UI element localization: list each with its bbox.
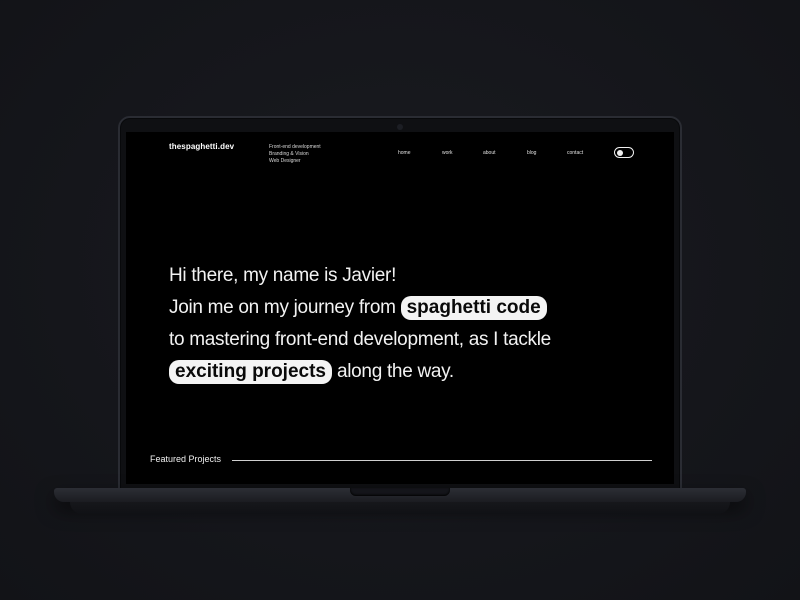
hero-text: Join me on my journey from (169, 297, 401, 318)
hero-greeting: Hi there, my name is Javier! (169, 265, 397, 286)
toggle-switch-icon (617, 149, 623, 156)
tagline-line: Branding & Vision (269, 151, 309, 157)
section-divider (232, 460, 652, 461)
theme-toggle[interactable] (614, 147, 634, 158)
device-mockup-stage: thespaghetti.dev Front-end development B… (0, 0, 800, 600)
featured-projects-heading: Featured Projects (150, 454, 222, 464)
hero-line: exciting projects along the way. (169, 356, 669, 388)
nav-link-home[interactable]: home (398, 150, 411, 156)
hero-line: Hi there, my name is Javier! (169, 260, 669, 292)
highlight-exciting-projects: exciting projects (169, 360, 332, 384)
tagline-line: Web Designer (269, 158, 301, 164)
laptop-opening-notch (350, 488, 450, 496)
top-navigation: thespaghetti.dev Front-end development B… (126, 132, 674, 172)
hero-intro: Hi there, my name is Javier! Join me on … (169, 260, 669, 388)
hero-line: to mastering front-end development, as I… (169, 324, 669, 356)
hero-line: Join me on my journey from spaghetti cod… (169, 292, 669, 324)
nav-link-contact[interactable]: contact (567, 150, 583, 156)
laptop-base-underside (70, 502, 730, 514)
laptop-screen: thespaghetti.dev Front-end development B… (126, 132, 674, 484)
tagline: Front-end development Branding & Vision … (269, 144, 321, 165)
nav-link-work[interactable]: work (442, 150, 453, 156)
hero-text: along the way. (332, 361, 454, 382)
tagline-line: Front-end development (269, 144, 321, 150)
nav-link-blog[interactable]: blog (527, 150, 536, 156)
camera-icon (397, 124, 403, 130)
brand-logo[interactable]: thespaghetti.dev (169, 142, 234, 151)
nav-link-about[interactable]: about (483, 150, 496, 156)
highlight-spaghetti-code: spaghetti code (400, 296, 547, 320)
hero-text: to mastering front-end development, as I… (169, 329, 551, 350)
